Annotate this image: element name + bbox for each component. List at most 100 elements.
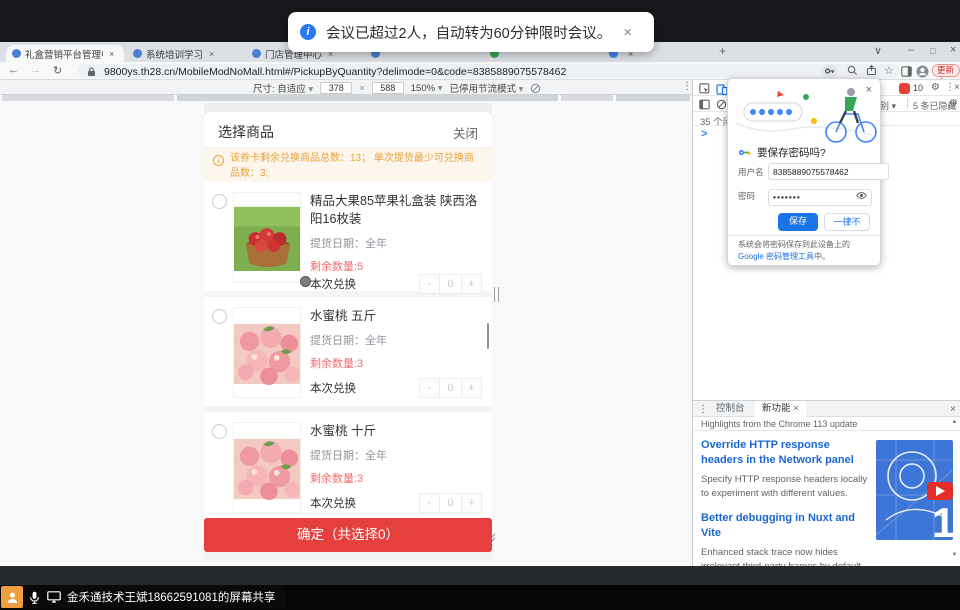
error-count[interactable]: 10 <box>913 83 923 93</box>
screen-icon[interactable] <box>47 591 61 603</box>
product-info: 精品大果85苹果礼盒装 陕西洛阳16枚装 提货日期：全年 剩余数量:5 本次兑换… <box>301 192 482 283</box>
notification-close-icon[interactable]: × <box>623 24 632 41</box>
caret-icon: ▾ <box>308 84 313 95</box>
qty-plus-button[interactable]: + <box>461 378 482 398</box>
qty-minus-button[interactable]: - <box>419 274 440 294</box>
product-title: 水蜜桃 五斤 <box>310 307 482 325</box>
console-sidebar-icon[interactable] <box>699 99 710 110</box>
update-label: 更新 <box>937 65 954 75</box>
qty-plus-button[interactable]: + <box>461 493 482 513</box>
qty-minus-button[interactable]: - <box>419 378 440 398</box>
caret-icon: ▾ <box>892 101 897 111</box>
tab-gift-platform[interactable]: 礼盒营销平台管理中心 × <box>6 45 124 62</box>
tab-search-icon[interactable]: ∨ <box>874 44 882 57</box>
quantity-stepper: - 0 + <box>419 378 482 398</box>
tab-favicon <box>133 49 142 58</box>
new-tab-button[interactable]: + <box>719 44 726 58</box>
qty-plus-button[interactable]: + <box>461 274 482 294</box>
notice-text: 该券卡剩余兑换商品总数：13； 单次提货最少可兑换商品数：3; <box>230 153 474 179</box>
whatsnew-video-thumbnail[interactable]: 1 <box>876 440 953 540</box>
console-prompt[interactable]: > <box>701 128 707 140</box>
exchange-label: 本次兑换 <box>310 495 356 511</box>
zoom-icon[interactable] <box>847 65 858 76</box>
product-radio[interactable] <box>212 194 227 209</box>
screen-share-label: 金禾通技术王斌18662591081的屏幕共享 <box>67 589 275 605</box>
media-query-segment[interactable] <box>616 95 690 101</box>
window-minimize-button[interactable]: – <box>908 44 914 56</box>
throttle-select[interactable]: 已停用节流模式 ▾ <box>450 81 524 95</box>
username-field[interactable] <box>768 163 889 180</box>
remote-cursor-dot <box>300 276 311 287</box>
chrome-update-button[interactable]: 更新 ⋮ <box>932 64 960 77</box>
share-icon[interactable] <box>866 65 877 76</box>
page-scrollbar[interactable] <box>487 323 489 349</box>
drawer-tab-bar: ⋮ 控制台 新功能 × × <box>693 400 960 417</box>
reload-button[interactable]: ↻ <box>53 64 62 77</box>
product-photo-apples <box>233 192 301 283</box>
console-settings-icon[interactable]: ⚙ <box>949 98 958 109</box>
qty-value[interactable]: 0 <box>440 378 461 398</box>
bookmark-star-icon[interactable]: ☆ <box>884 64 894 77</box>
tab-close-icon[interactable]: × <box>109 49 114 59</box>
show-password-eye-icon[interactable] <box>856 191 867 200</box>
side-panel-icon[interactable] <box>901 66 912 77</box>
whatsnew-link[interactable]: Override HTTP response headers in the Ne… <box>701 438 869 468</box>
meeting-notification: i 会议已超过2人，自动转为60分钟限时会议。 × <box>288 12 654 52</box>
password-manager-link[interactable]: Google 密码管理工具 <box>738 252 814 261</box>
whatsnew-link[interactable]: Better debugging in Nuxt and Vite <box>701 511 869 541</box>
inspect-element-icon[interactable] <box>699 83 710 94</box>
devtools-close-icon[interactable]: × <box>954 82 960 93</box>
product-radio[interactable] <box>212 424 227 439</box>
drawer-more-icon[interactable]: ⋮ <box>698 404 708 415</box>
device-side-handle[interactable] <box>494 287 499 302</box>
product-radio[interactable] <box>212 309 227 324</box>
forward-button[interactable]: → <box>30 64 41 76</box>
qty-value[interactable]: 0 <box>440 493 461 513</box>
media-query-segment[interactable] <box>2 95 174 101</box>
times-glyph: × <box>359 83 365 94</box>
product-pickup-date: 提货日期：全年 <box>310 235 482 251</box>
microphone-icon[interactable] <box>29 591 40 604</box>
media-query-segment[interactable] <box>561 95 613 101</box>
product-select-sheet: 选择商品 关闭 i 该券卡剩余兑换商品总数：13； 单次提货最少可兑换商品数：3… <box>204 112 492 560</box>
product-row[interactable]: 精品大果85苹果礼盒装 陕西洛阳16枚装 提货日期：全年 剩余数量:5 本次兑换… <box>204 182 492 291</box>
back-button[interactable]: ← <box>8 64 19 76</box>
dialog-title: 要保存密码吗? <box>757 145 826 160</box>
clear-console-icon[interactable] <box>716 99 727 110</box>
device-height-input[interactable] <box>372 82 404 94</box>
qty-minus-button[interactable]: - <box>419 493 440 513</box>
drawer-tab-whatsnew[interactable]: 新功能 × <box>755 401 806 417</box>
window-maximize-button[interactable]: □ <box>930 46 935 56</box>
devtools-settings-icon[interactable]: ⚙ <box>931 82 940 93</box>
tab-training[interactable]: 系统培训学习 × <box>127 45 243 62</box>
info-icon: i <box>213 155 224 166</box>
media-query-segment[interactable] <box>177 95 558 101</box>
device-width-input[interactable] <box>320 82 352 94</box>
device-toolbar-more-icon[interactable]: ⋮ <box>682 81 692 92</box>
scroll-up-arrow[interactable]: ▲ <box>950 419 959 425</box>
password-illustration <box>732 85 878 145</box>
drawer-tab-console[interactable]: 控制台 <box>709 401 752 417</box>
drawer-close-icon[interactable]: × <box>950 404 956 415</box>
device-size-select[interactable]: 尺寸: 自适应 ▾ <box>253 81 313 95</box>
window-close-button[interactable]: × <box>950 44 956 56</box>
close-sheet-button[interactable]: 关闭 <box>453 123 478 142</box>
confirm-button[interactable]: 确定（共选择0） <box>204 518 492 552</box>
participant-chip[interactable] <box>1 586 23 608</box>
tab-close-icon[interactable]: × <box>209 49 214 59</box>
drawer-tab-close-icon[interactable]: × <box>793 403 799 414</box>
never-save-button[interactable]: 一律不 <box>824 213 870 231</box>
product-row[interactable]: 水蜜桃 五斤 提货日期：全年 剩余数量:3 本次兑换 - 0 + <box>204 297 492 406</box>
product-stock: 剩余数量:3 <box>310 470 482 486</box>
url-text[interactable]: 9800ys.th28.cn/MobileModNoMall.html#/Pic… <box>104 66 566 78</box>
qty-value[interactable]: 0 <box>440 274 461 294</box>
product-info: 水蜜桃 五斤 提货日期：全年 剩余数量:3 本次兑换 - 0 + <box>301 307 482 398</box>
product-photo-peaches <box>233 307 301 398</box>
profile-avatar[interactable] <box>916 65 929 78</box>
scroll-down-arrow[interactable]: ▼ <box>950 552 959 558</box>
save-password-button[interactable]: 保存 <box>778 213 818 231</box>
caret-icon: ▾ <box>519 84 524 95</box>
device-zoom-select[interactable]: 150% ▾ <box>411 83 443 94</box>
product-row[interactable]: 水蜜桃 十斤 提货日期：全年 剩余数量:3 本次兑换 - 0 + <box>204 412 492 521</box>
toolbar-divider <box>907 98 908 109</box>
